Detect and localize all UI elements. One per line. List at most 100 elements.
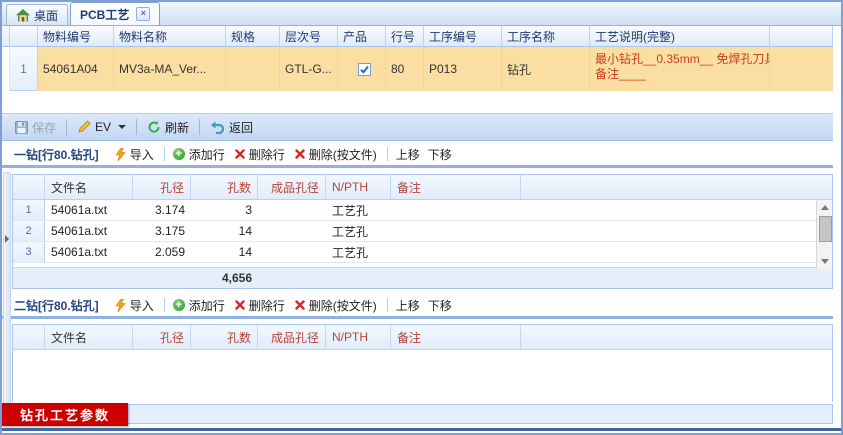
section-drill1-bar: 一钻[行80.钻孔] 导入 + 添加行 删除行 删除(按文件) 上移 下移 [2,143,833,168]
panel-splitter[interactable] [3,172,11,404]
scrollbar-thumb[interactable] [819,216,832,242]
vertical-scrollbar[interactable] [816,200,832,269]
add-row-button[interactable]: + 添加行 [172,146,225,163]
ev-dropdown-button[interactable]: EV [72,118,131,136]
delete-by-file-button[interactable]: 删除(按文件) [295,297,377,314]
drill-file-row[interactable]: 1 54061a.txt 3.174 3 工艺孔 [13,200,832,221]
cell-note [391,242,521,262]
chevron-down-icon [118,125,127,129]
cell-filler [521,200,832,220]
import-button[interactable]: 导入 [115,146,154,163]
splitter-arrow-icon [5,235,9,243]
cell-line-no: 80 [386,47,424,91]
lightning-icon [115,147,126,161]
cell-material-name: MV3a-MA_Ver... [114,47,226,91]
move-down-button[interactable]: 下移 [428,297,452,314]
main-toolbar: 保存 EV 刷新 返回 [2,113,833,141]
move-down-button[interactable]: 下移 [428,146,452,163]
col-product[interactable]: 产品 [338,26,386,46]
delete-x-icon [235,149,245,159]
refresh-button[interactable]: 刷新 [142,117,194,138]
cell-layer-no: GTL-G... [280,47,338,91]
lightning-icon [115,298,126,312]
header-pad [2,26,10,46]
row-number: 3 [13,242,45,262]
col-note[interactable]: 备注 [391,175,521,199]
refresh-icon [147,120,161,134]
master-grid-header: 物料编号 物料名称 规格 层次号 产品 行号 工序编号 工序名称 工艺说明(完整… [2,26,833,47]
cell-filename: 54061a.txt [51,245,108,259]
toolbar-separator [199,119,201,135]
cell-process-no: P013 [424,47,502,91]
import-label: 导入 [129,298,154,313]
col-hole-count[interactable]: 孔数 [191,325,258,349]
window-bottom-border [2,428,841,431]
tab-bar: 桌面 PCB工艺 × [2,2,841,26]
tab-desktop-label: 桌面 [34,8,59,23]
cell-spec [226,47,280,91]
col-hole-count[interactable]: 孔数 [191,175,258,199]
tab-pcb-label: PCB工艺 [80,7,130,22]
ev-label: EV [95,120,112,134]
col-note[interactable]: 备注 [391,325,521,349]
add-row-button[interactable]: + 添加行 [172,297,225,314]
toolbar-separator [136,119,138,135]
col-spec[interactable]: 规格 [226,26,280,46]
delete-row-button[interactable]: 删除行 [235,297,285,314]
tab-desktop[interactable]: 桌面 [6,4,69,25]
col-material-no[interactable]: 物料编号 [38,26,114,46]
header-filler [521,325,832,349]
delete-by-file-label: 删除(按文件) [308,298,377,313]
tab-pcb-process[interactable]: PCB工艺 × [70,2,161,25]
desc-line1: 最小钻孔__0.35mm__ 免焊孔刀具____ [595,52,769,66]
col-process-desc[interactable]: 工艺说明(完整) [590,26,770,46]
col-process-no[interactable]: 工序编号 [424,26,502,46]
drill-params-banner-label: 钻孔工艺参数 [20,408,111,423]
cell-process-desc: 最小钻孔__0.35mm__ 免焊孔刀具____ 备注____ [590,47,770,91]
cell-process-name: 钻孔 [502,47,590,91]
col-layer-no[interactable]: 层次号 [280,26,338,46]
app-window: 桌面 PCB工艺 × 物料编号 物料名称 规格 层次号 产品 行号 工序编号 工… [0,0,843,435]
col-process-name[interactable]: 工序名称 [502,26,590,46]
col-hole-diameter[interactable]: 孔径 [133,175,191,199]
drill1-table-header: 文件名 孔径 孔数 成品孔径 N/PTH 备注 [13,175,832,200]
back-button[interactable]: 返回 [205,117,258,138]
section-drill1-title: 一钻[行80.钻孔] [14,147,99,162]
col-hole-diameter[interactable]: 孔径 [133,325,191,349]
cell-finished-diameter [258,221,326,241]
delete-x-icon [295,149,305,159]
col-npth[interactable]: N/PTH [326,325,391,349]
cell-hole-diameter: 2.059 [154,245,185,259]
product-checkbox[interactable] [357,62,371,76]
cell-note [391,200,521,220]
move-up-button[interactable]: 上移 [396,297,420,314]
save-button[interactable]: 保存 [10,117,61,138]
col-filename[interactable]: 文件名 [45,325,133,349]
col-line-no[interactable]: 行号 [386,26,424,46]
close-icon[interactable]: × [136,7,151,21]
col-material-name[interactable]: 物料名称 [114,26,226,46]
col-finished-diameter[interactable]: 成品孔径 [258,175,326,199]
toolbar-separator [66,119,68,135]
delete-row-label: 删除行 [248,147,285,162]
col-finished-diameter[interactable]: 成品孔径 [258,325,326,349]
row-number: 1 [10,47,38,91]
add-row-label: 添加行 [188,147,225,162]
section-drill2-title: 二钻[行80.钻孔] [14,298,99,313]
col-npth[interactable]: N/PTH [326,175,391,199]
drill-file-row[interactable]: 2 54061a.txt 3.175 14 工艺孔 [13,221,832,242]
delete-row-button[interactable]: 删除行 [235,146,285,163]
cell-material-no: 54061A04 [38,47,114,91]
scroll-up-icon[interactable] [821,205,829,210]
scroll-down-icon[interactable] [821,259,829,264]
drill-file-row[interactable]: 3 54061a.txt 2.059 14 工艺孔 [13,242,832,263]
import-button[interactable]: 导入 [115,297,154,314]
master-grid-row[interactable]: 1 54061A04 MV3a-MA_Ver... GTL-G... 80 P0… [2,47,833,91]
cell-hole-diameter: 3.174 [154,203,185,217]
col-filename[interactable]: 文件名 [45,175,133,199]
move-up-button[interactable]: 上移 [396,146,420,163]
cell-filename: 54061a.txt [51,224,108,238]
delete-by-file-label: 删除(按文件) [308,147,377,162]
delete-by-file-button[interactable]: 删除(按文件) [295,146,377,163]
row-number: 1 [13,200,45,220]
